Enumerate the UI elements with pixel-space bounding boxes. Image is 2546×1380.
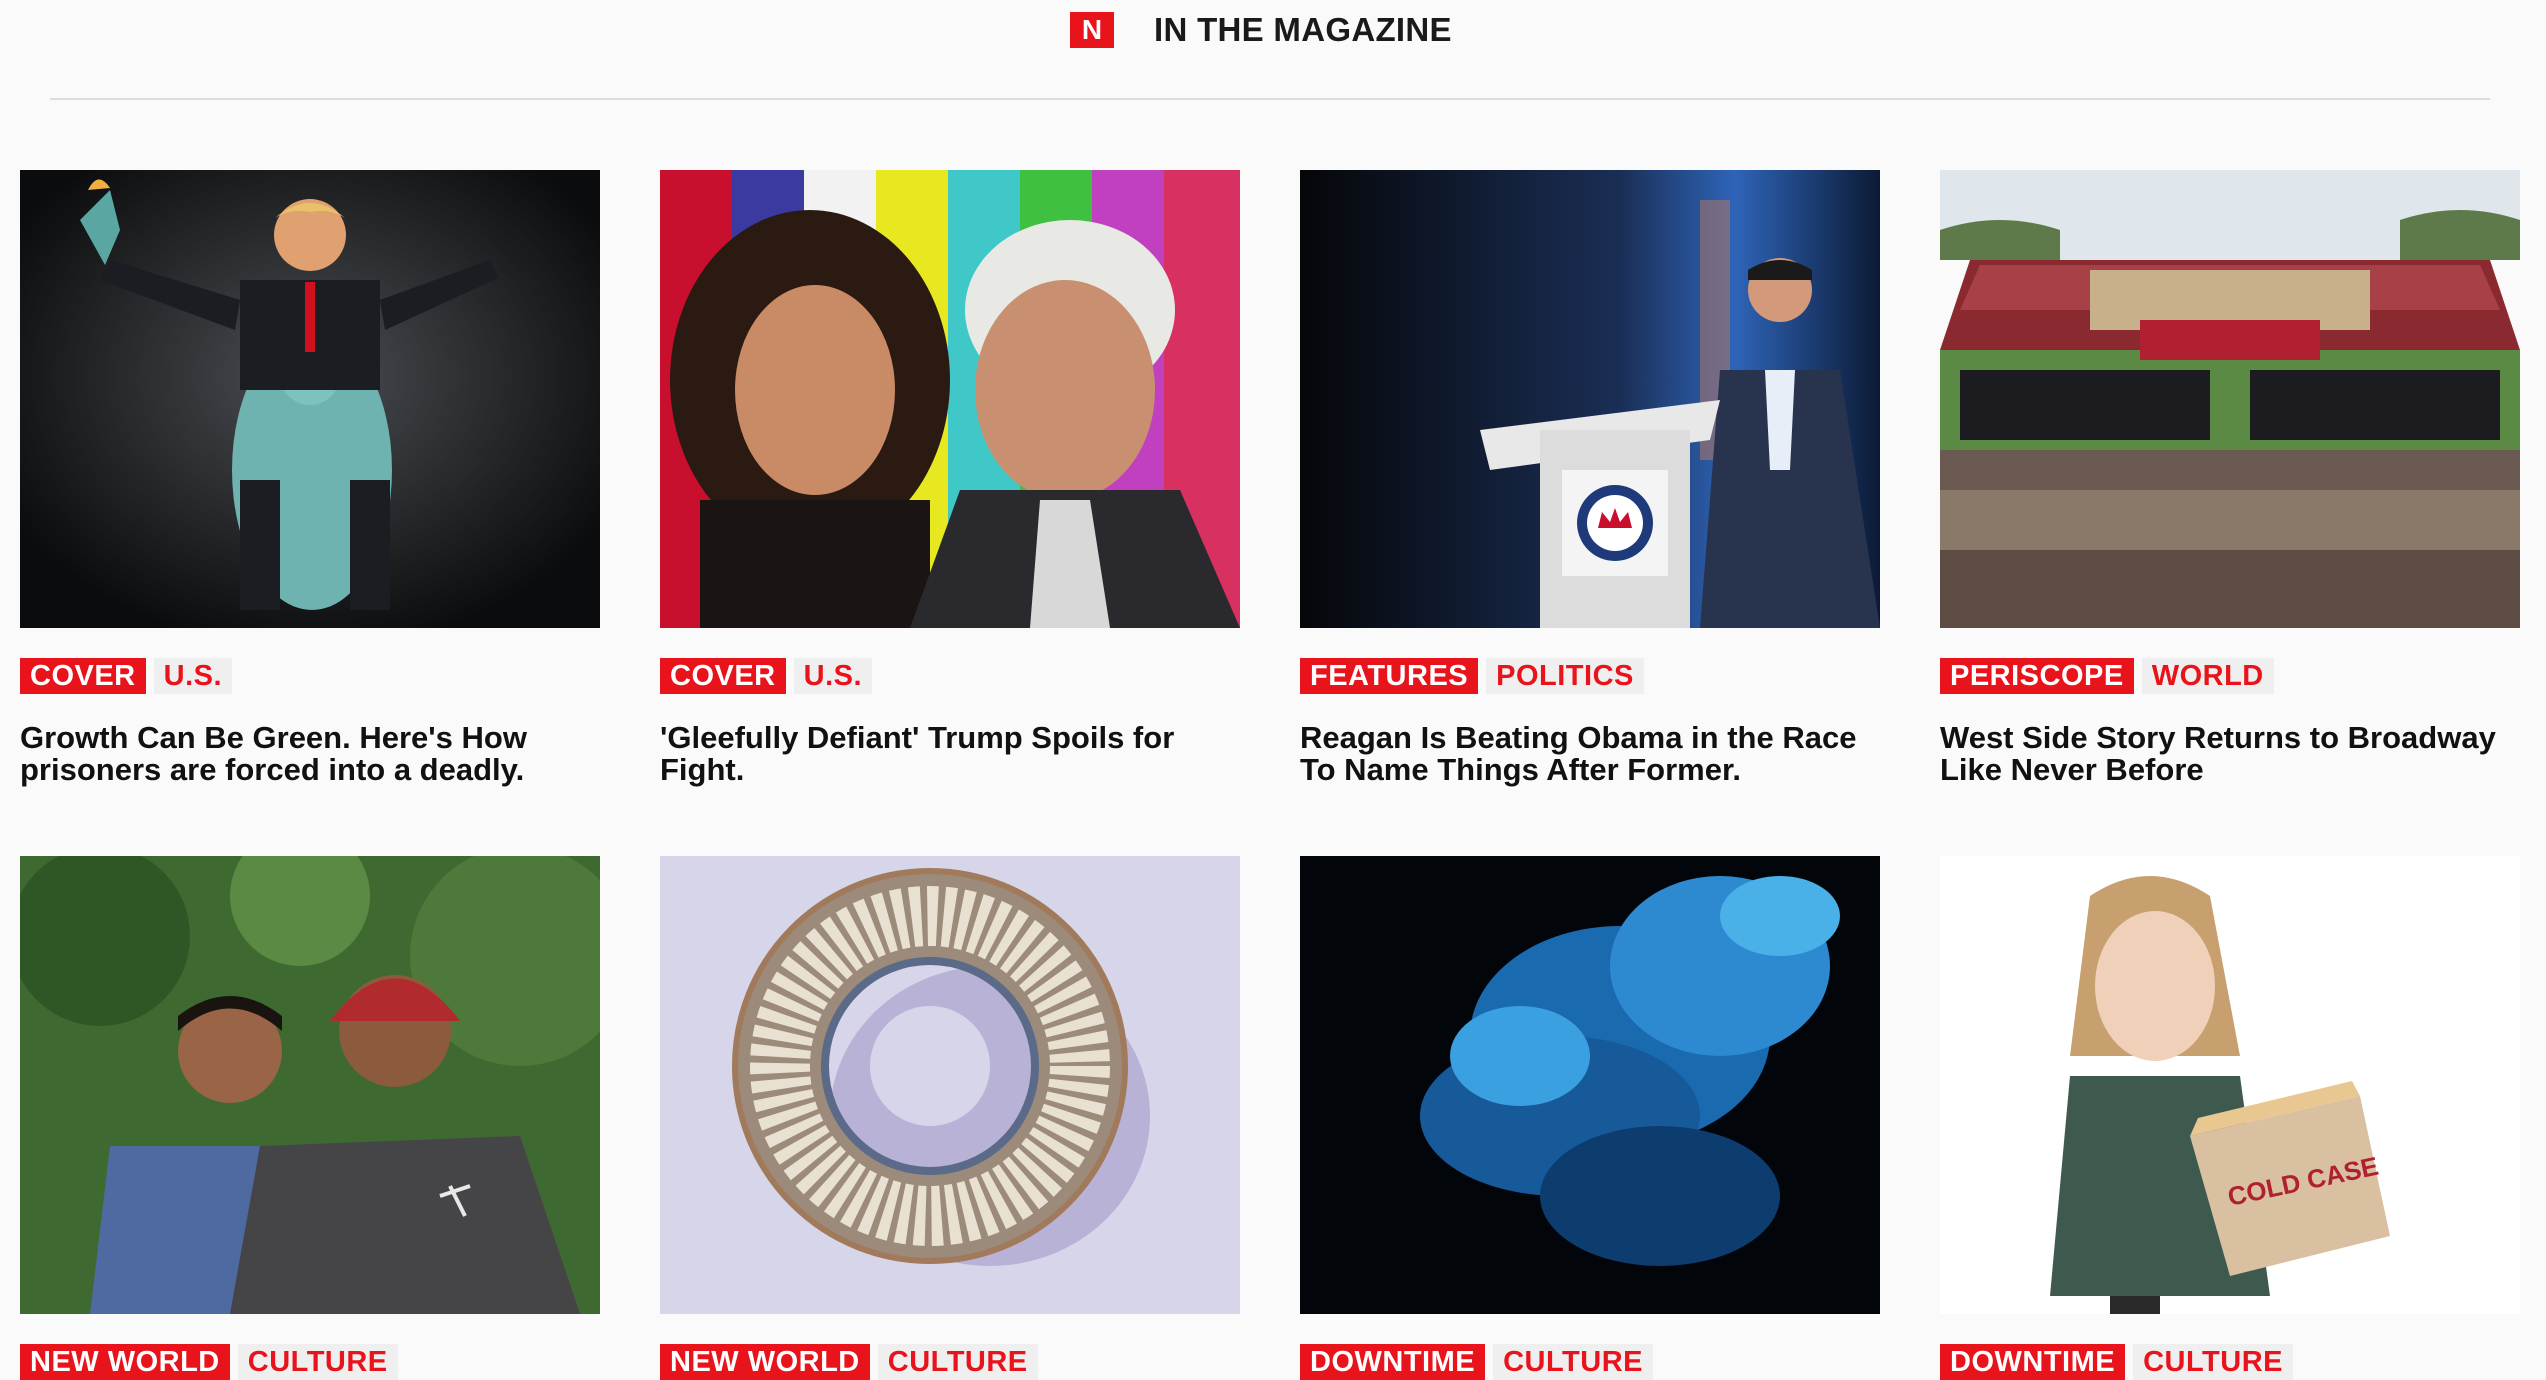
two-men-outdoors-image <box>20 856 600 1314</box>
article-thumbnail[interactable] <box>1300 170 1880 628</box>
tag-primary[interactable]: DOWNTIME <box>1940 1344 2126 1380</box>
tag-primary[interactable]: NEW WORLD <box>660 1344 870 1380</box>
ring-of-books-image <box>660 856 1240 1314</box>
cold-case-caricature-image: COLD CASE <box>1940 856 2520 1314</box>
tag-primary[interactable]: NEW WORLD <box>20 1344 230 1380</box>
tag-category[interactable]: WORLD <box>2141 658 2274 694</box>
article-thumbnail[interactable] <box>1940 170 2520 628</box>
tag-category[interactable]: CULTURE <box>877 1344 1038 1380</box>
stadium-ceremony-image <box>1940 170 2520 628</box>
article-tags: COVER U.S. <box>660 658 873 694</box>
tag-category[interactable]: CULTURE <box>237 1344 398 1380</box>
article-thumbnail[interactable]: COLD CASE <box>1940 856 2520 1314</box>
tag-category[interactable]: POLITICS <box>1486 658 1644 694</box>
article-tags: FEATURES POLITICS <box>1300 658 1644 694</box>
tag-primary[interactable]: DOWNTIME <box>1300 1344 1486 1380</box>
article-thumbnail[interactable] <box>660 856 1240 1314</box>
trump-liberty-image <box>20 170 600 628</box>
blue-ink-smoke-image <box>1300 856 1880 1314</box>
tag-primary[interactable]: FEATURES <box>1300 658 1479 694</box>
article-tags: DOWNTIME CULTURE <box>1300 1344 1653 1380</box>
header-divider <box>50 98 2490 100</box>
article-headline[interactable]: West Side Story Returns to Broadway Like… <box>1940 722 2530 786</box>
article-headline[interactable]: Reagan Is Beating Obama in the Race To N… <box>1300 722 1890 786</box>
color-bars-portrait-image <box>660 170 1240 628</box>
article-thumbnail[interactable] <box>1300 856 1880 1314</box>
section-title: IN THE MAGAZINE <box>1154 11 1452 48</box>
article-thumbnail[interactable] <box>660 170 1240 628</box>
brand-logo[interactable]: N <box>1070 12 1114 48</box>
article-thumbnail[interactable] <box>20 856 600 1314</box>
article-tags: NEW WORLD CULTURE <box>660 1344 1038 1380</box>
article-tags: PERISCOPE WORLD <box>1940 658 2274 694</box>
tag-primary[interactable]: COVER <box>660 658 786 694</box>
podium-speaker-image <box>1300 170 1880 628</box>
article-headline[interactable]: Growth Can Be Green. Here's How prisoner… <box>20 722 610 786</box>
tag-primary[interactable]: PERISCOPE <box>1940 658 2134 694</box>
tag-category[interactable]: CULTURE <box>2133 1344 2293 1380</box>
article-tags: NEW WORLD CULTURE <box>20 1344 398 1380</box>
tag-primary[interactable]: COVER <box>20 658 146 694</box>
tag-category[interactable]: U.S. <box>793 658 873 694</box>
tag-category[interactable]: U.S. <box>153 658 233 694</box>
article-tags: DOWNTIME CULTURE <box>1940 1344 2293 1380</box>
magazine-header: N IN THE MAGAZINE <box>0 0 2546 60</box>
article-tags: COVER U.S. <box>20 658 233 694</box>
tag-category[interactable]: CULTURE <box>1493 1344 1653 1380</box>
article-headline[interactable]: 'Gleefully Defiant' Trump Spoils for Fig… <box>660 722 1250 786</box>
article-thumbnail[interactable] <box>20 170 600 628</box>
